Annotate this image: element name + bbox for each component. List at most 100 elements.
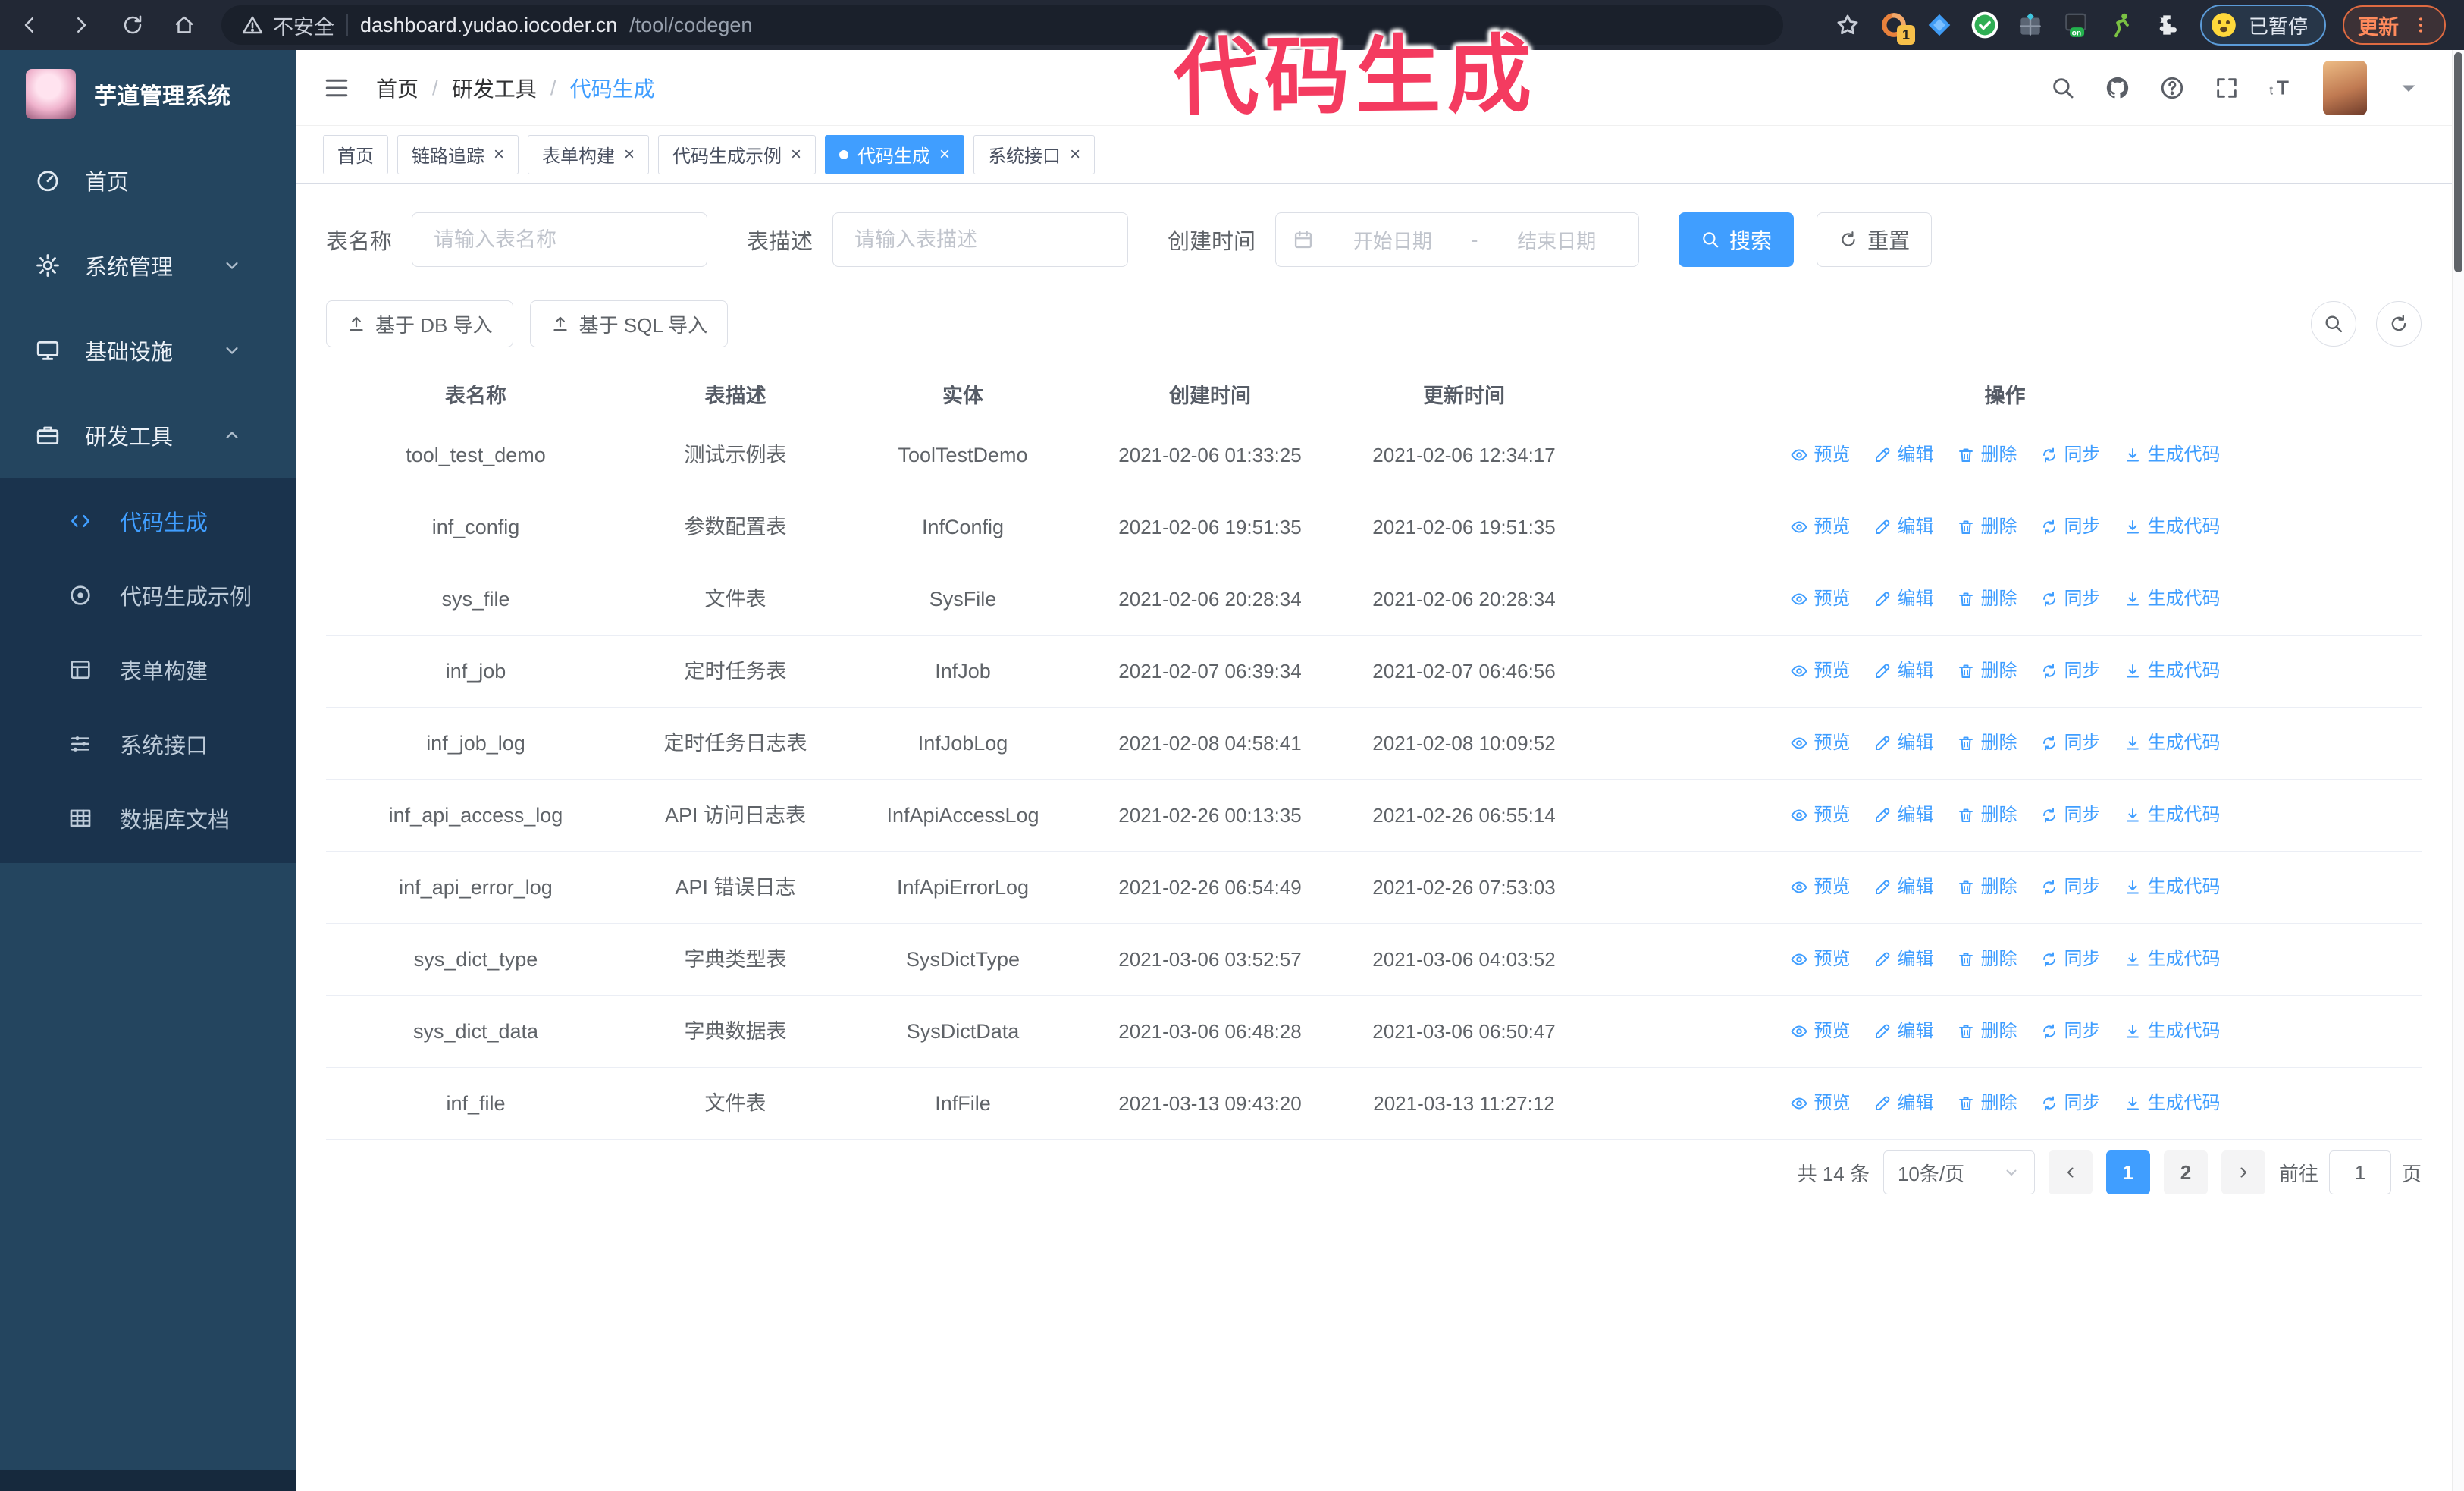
action-preview[interactable]: 预览 <box>1790 438 1851 472</box>
github-button[interactable] <box>2105 75 2130 101</box>
action-sync[interactable]: 同步 <box>2040 438 2101 472</box>
action-sync[interactable]: 同步 <box>2040 1086 2101 1121</box>
action-delete[interactable]: 删除 <box>1957 870 2017 905</box>
date-range-picker[interactable]: 开始日期 - 结束日期 <box>1275 212 1640 267</box>
hamburger-toggle[interactable] <box>323 74 350 102</box>
ext-gem-extension[interactable] <box>1923 8 1956 42</box>
action-preview[interactable]: 预览 <box>1790 870 1851 905</box>
action-generate[interactable]: 生成代码 <box>2124 726 2221 761</box>
question-button[interactable] <box>2159 75 2185 101</box>
table-desc-input[interactable] <box>832 212 1129 267</box>
search-button[interactable]: 搜索 <box>1679 212 1795 267</box>
action-delete[interactable]: 删除 <box>1957 510 2017 545</box>
breadcrumb-item[interactable]: 研发工具 <box>452 73 537 103</box>
prev-page-button[interactable] <box>2048 1150 2093 1194</box>
sidebar-item-infrastructure[interactable]: 基础设施 <box>0 308 296 393</box>
action-delete[interactable]: 删除 <box>1957 1014 2017 1049</box>
breadcrumb-item[interactable]: 首页 <box>376 73 419 103</box>
action-edit[interactable]: 编辑 <box>1873 870 1934 905</box>
action-sync[interactable]: 同步 <box>2040 798 2101 833</box>
sidebar-subitem-form-builder[interactable]: 表单构建 <box>0 632 296 707</box>
date-start-placeholder[interactable]: 开始日期 <box>1328 226 1458 254</box>
browser-update-button[interactable]: 更新 <box>2343 5 2446 45</box>
action-generate[interactable]: 生成代码 <box>2124 510 2221 545</box>
profile-paused-chip[interactable]: 已暂停 <box>2199 5 2326 46</box>
action-preview[interactable]: 预览 <box>1790 726 1851 761</box>
import-db-button[interactable]: 基于 DB 导入 <box>326 300 513 347</box>
action-delete[interactable]: 删除 <box>1957 654 2017 689</box>
action-preview[interactable]: 预览 <box>1790 1014 1851 1049</box>
page-button-1[interactable]: 1 <box>2105 1150 2150 1194</box>
action-preview[interactable]: 预览 <box>1790 510 1851 545</box>
action-delete[interactable]: 删除 <box>1957 438 2017 472</box>
sidebar-subitem-system-api[interactable]: 系统接口 <box>0 707 296 781</box>
import-sql-button[interactable]: 基于 SQL 导入 <box>529 300 729 347</box>
date-end-placeholder[interactable]: 结束日期 <box>1491 226 1622 254</box>
caret-down-icon[interactable] <box>2396 75 2422 101</box>
security-chip[interactable]: 不安全 <box>241 11 334 40</box>
action-delete[interactable]: 删除 <box>1957 942 2017 977</box>
sidebar-item-system-admin[interactable]: 系统管理 <box>0 223 296 308</box>
action-edit[interactable]: 编辑 <box>1873 798 1934 833</box>
forward-button[interactable] <box>70 14 92 36</box>
action-generate[interactable]: 生成代码 <box>2124 582 2221 617</box>
action-sync[interactable]: 同步 <box>2040 510 2101 545</box>
user-avatar[interactable] <box>2323 60 2367 115</box>
tab-close-icon[interactable]: × <box>939 145 950 164</box>
action-delete[interactable]: 删除 <box>1957 798 2017 833</box>
fontsize-button[interactable]: tT <box>2268 75 2294 101</box>
action-generate[interactable]: 生成代码 <box>2124 438 2221 472</box>
refresh-list-button[interactable] <box>2376 301 2422 347</box>
action-generate[interactable]: 生成代码 <box>2124 798 2221 833</box>
sidebar-item-home[interactable]: 首页 <box>0 138 296 223</box>
fullscreen-button[interactable] <box>2214 75 2240 101</box>
action-delete[interactable]: 删除 <box>1957 1086 2017 1121</box>
action-preview[interactable]: 预览 <box>1790 654 1851 689</box>
sidebar-subitem-codegen-example[interactable]: 代码生成示例 <box>0 558 296 632</box>
page-scrollbar[interactable] <box>2452 50 2464 1491</box>
action-delete[interactable]: 删除 <box>1957 582 2017 617</box>
action-preview[interactable]: 预览 <box>1790 798 1851 833</box>
scrollbar-thumb[interactable] <box>2454 52 2462 272</box>
reload-button[interactable] <box>121 14 144 36</box>
action-generate[interactable]: 生成代码 <box>2124 1086 2221 1121</box>
sidebar-subitem-db-doc[interactable]: 数据库文档 <box>0 781 296 855</box>
action-preview[interactable]: 预览 <box>1790 942 1851 977</box>
action-edit[interactable]: 编辑 <box>1873 1014 1934 1049</box>
star-icon[interactable] <box>1835 12 1861 38</box>
more-vert-icon[interactable] <box>2411 15 2431 35</box>
action-generate[interactable]: 生成代码 <box>2124 942 2221 977</box>
action-edit[interactable]: 编辑 <box>1873 942 1934 977</box>
tab-home[interactable]: 首页 <box>323 134 388 174</box>
action-sync[interactable]: 同步 <box>2040 654 2101 689</box>
sidebar-item-dev-tools[interactable]: 研发工具 <box>0 393 296 478</box>
action-edit[interactable]: 编辑 <box>1873 654 1934 689</box>
ext-green-extension[interactable] <box>2105 8 2138 42</box>
page-button-2[interactable]: 2 <box>2163 1150 2208 1194</box>
action-preview[interactable]: 预览 <box>1790 1086 1851 1121</box>
action-edit[interactable]: 编辑 <box>1873 1086 1934 1121</box>
action-generate[interactable]: 生成代码 <box>2124 870 2221 905</box>
search-button[interactable] <box>2050 75 2076 101</box>
tab-system-api[interactable]: 系统接口 × <box>973 134 1096 174</box>
ext-dark-extension[interactable]: on <box>2059 8 2093 42</box>
table-name-input[interactable] <box>412 212 708 267</box>
home-button[interactable] <box>173 14 196 36</box>
reset-button[interactable]: 重置 <box>1817 212 1933 267</box>
tab-trace[interactable]: 链路追踪 × <box>397 134 519 174</box>
tab-close-icon[interactable]: × <box>624 145 635 164</box>
ext-check-extension[interactable] <box>1968 8 2002 42</box>
action-edit[interactable]: 编辑 <box>1873 438 1934 472</box>
sidebar-collapse-bar[interactable] <box>0 1470 296 1491</box>
action-sync[interactable]: 同步 <box>2040 870 2101 905</box>
tab-codegen[interactable]: 代码生成 × <box>825 134 965 174</box>
action-edit[interactable]: 编辑 <box>1873 510 1934 545</box>
page-size-select[interactable]: 10条/页 <box>1882 1150 2035 1194</box>
action-edit[interactable]: 编辑 <box>1873 582 1934 617</box>
action-generate[interactable]: 生成代码 <box>2124 654 2221 689</box>
tab-close-icon[interactable]: × <box>791 145 801 164</box>
address-bar[interactable]: 不安全 dashboard.yudao.iocoder.cn/tool/code… <box>221 5 1783 45</box>
tab-codegen-example[interactable]: 代码生成示例 × <box>658 134 817 174</box>
ext-orange-extension[interactable]: 1 <box>1877 8 1915 45</box>
tab-form-builder[interactable]: 表单构建 × <box>528 134 650 174</box>
